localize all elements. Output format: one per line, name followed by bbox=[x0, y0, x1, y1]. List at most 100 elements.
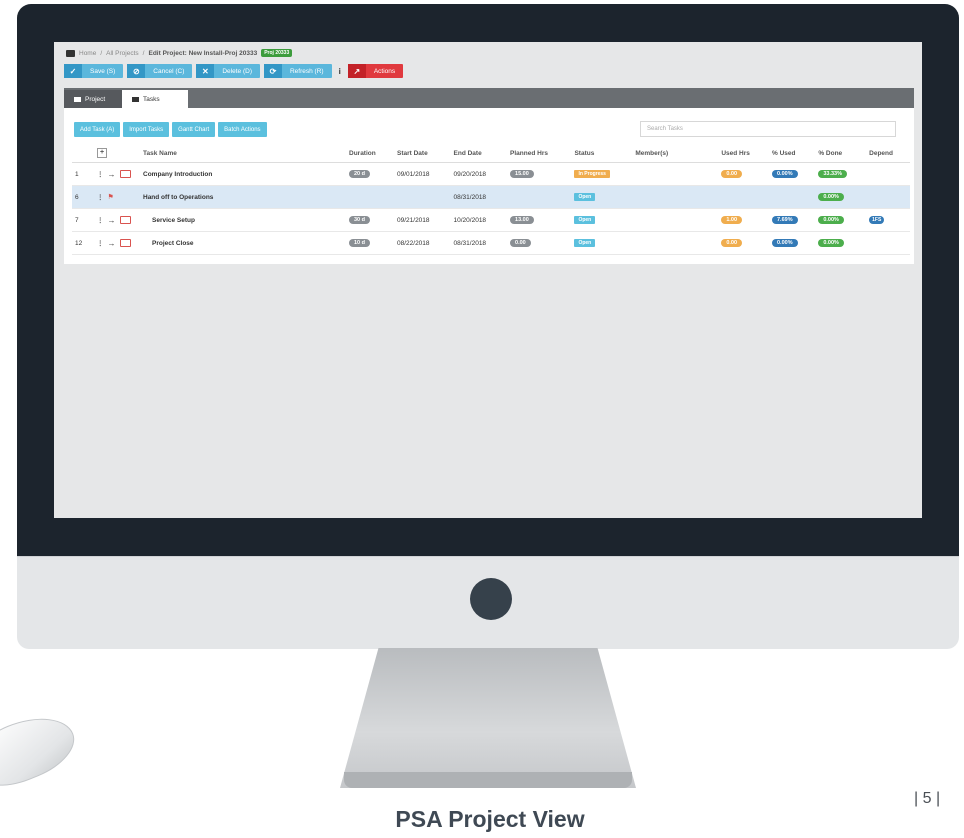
task-name[interactable]: Company Introduction bbox=[140, 162, 346, 186]
arrow-right-icon[interactable]: → bbox=[108, 170, 116, 179]
briefcase-icon bbox=[74, 96, 81, 102]
monitor-stand-base bbox=[344, 772, 632, 788]
pct-used bbox=[768, 185, 816, 209]
col-num bbox=[72, 144, 94, 163]
check-icon: ✓ bbox=[64, 64, 82, 78]
task-name[interactable]: Project Close bbox=[140, 231, 346, 255]
start-date: 09/21/2018 bbox=[394, 208, 451, 232]
breadcrumb-home[interactable]: Home bbox=[79, 50, 96, 57]
col-end-date[interactable]: End Date bbox=[450, 144, 508, 163]
project-badge: Proj 20333 bbox=[261, 49, 293, 57]
members bbox=[632, 231, 719, 255]
drag-handle-icon[interactable]: ⋮ bbox=[97, 193, 104, 201]
actions-button[interactable]: ↗ Actions bbox=[347, 64, 404, 78]
monitor-stand bbox=[340, 648, 636, 788]
status-badge: Open bbox=[574, 239, 596, 247]
col-start-date[interactable]: Start Date bbox=[394, 144, 451, 163]
col-duration[interactable]: Duration bbox=[346, 144, 394, 163]
col-used-hrs[interactable]: Used Hrs bbox=[718, 144, 769, 163]
pct-done-pill: 0.00% bbox=[818, 193, 844, 201]
col-depend[interactable]: Depend bbox=[866, 144, 910, 163]
status-badge: Open bbox=[574, 216, 596, 224]
drag-handle-icon[interactable]: ⋮ bbox=[97, 216, 104, 224]
task-name[interactable]: Service Setup bbox=[140, 208, 346, 232]
planned-hrs bbox=[507, 185, 572, 209]
status-badge: In Progress bbox=[574, 170, 610, 178]
pct-done-pill: 0.00% bbox=[818, 216, 844, 224]
gantt-chart-button[interactable]: Gantt Chart bbox=[172, 122, 216, 137]
col-planned-hrs[interactable]: Planned Hrs bbox=[507, 144, 572, 163]
row-number: 12 bbox=[72, 231, 94, 255]
table-row[interactable]: 6 ⋮ ⚑ Hand off to Operations 08/31/2018 O… bbox=[72, 185, 910, 209]
col-status[interactable]: Status bbox=[571, 144, 633, 163]
tasks-panel: Add Task (A) Import Tasks Gantt Chart Ba… bbox=[64, 108, 914, 264]
refresh-button-label: Refresh (R) bbox=[289, 67, 324, 75]
start-date bbox=[394, 185, 451, 209]
planned-hrs-pill: 15.00 bbox=[510, 170, 534, 178]
page-caption: PSA Project View bbox=[395, 806, 585, 832]
app-screen: Home / All Projects / Edit Project: New … bbox=[54, 42, 922, 518]
pct-used-pill: 0.00% bbox=[771, 170, 798, 178]
col-pct-used[interactable]: % Used bbox=[768, 144, 816, 163]
duration-pill: 10 d bbox=[349, 239, 371, 247]
import-tasks-button[interactable]: Import Tasks bbox=[123, 122, 170, 137]
table-header-row: + Task Name Duration Start Date End Date… bbox=[72, 144, 910, 163]
task-name[interactable]: Hand off to Operations bbox=[140, 185, 346, 209]
cancel-icon: ⊘ bbox=[127, 64, 146, 78]
flag-icon: ⚑ bbox=[107, 194, 114, 201]
cancel-button[interactable]: ⊘ Cancel (C) bbox=[127, 64, 193, 78]
folder-icon bbox=[119, 239, 131, 247]
delete-button[interactable]: ✕ Delete (D) bbox=[196, 64, 260, 78]
end-date: 08/31/2018 bbox=[450, 231, 508, 255]
drag-handle-icon[interactable]: ⋮ bbox=[97, 170, 104, 178]
duration-pill: 20 d bbox=[349, 170, 371, 178]
col-pct-done[interactable]: % Done bbox=[815, 144, 867, 163]
duration-pill: 30 d bbox=[349, 216, 371, 224]
pct-done-pill: 0.00% bbox=[818, 239, 844, 247]
refresh-icon: ⟳ bbox=[263, 64, 282, 78]
save-button-label: Save (S) bbox=[90, 67, 116, 75]
info-icon[interactable]: i bbox=[336, 67, 344, 76]
external-link-icon: ↗ bbox=[347, 64, 366, 78]
breadcrumb-all-projects[interactable]: All Projects bbox=[106, 50, 139, 57]
used-hrs bbox=[718, 185, 769, 209]
refresh-button[interactable]: ⟳ Refresh (R) bbox=[263, 64, 332, 78]
depend bbox=[866, 231, 910, 255]
task-actions: Add Task (A) Import Tasks Gantt Chart Ba… bbox=[74, 122, 267, 137]
batch-actions-button[interactable]: Batch Actions bbox=[218, 122, 267, 137]
table-row[interactable]: 1 ⋮ → Company Introduction 20 d 09/01/201… bbox=[72, 162, 910, 186]
col-expand: + bbox=[94, 144, 140, 163]
power-button bbox=[470, 578, 512, 620]
table-row[interactable]: 12 ⋮ → Project Close 10 d 08/22/2018 08/3… bbox=[72, 231, 910, 255]
breadcrumb-separator: / bbox=[100, 49, 103, 57]
col-members[interactable]: Member(s) bbox=[632, 144, 719, 163]
mouse-image bbox=[0, 704, 84, 798]
arrow-right-icon[interactable]: → bbox=[108, 216, 116, 225]
tab-project[interactable]: Project bbox=[64, 90, 130, 108]
pct-done-pill: 33.33% bbox=[818, 170, 847, 178]
duration bbox=[346, 185, 394, 209]
depend bbox=[866, 185, 910, 209]
search-input[interactable]: Search Tasks bbox=[640, 121, 896, 137]
col-task-name[interactable]: Task Name bbox=[140, 144, 346, 163]
expand-all-button[interactable]: + bbox=[97, 148, 107, 158]
depend bbox=[866, 162, 910, 186]
planned-hrs-pill: 0.00 bbox=[510, 239, 531, 247]
used-hrs-pill: 0.00 bbox=[721, 239, 743, 247]
depend-pill[interactable]: 1FS bbox=[869, 216, 885, 224]
arrow-right-icon[interactable]: → bbox=[108, 239, 116, 248]
start-date: 08/22/2018 bbox=[394, 231, 451, 255]
tasks-icon bbox=[132, 96, 139, 102]
tab-tasks[interactable]: Tasks bbox=[122, 90, 188, 108]
row-number: 7 bbox=[72, 208, 94, 232]
pct-used-pill: 0.00% bbox=[771, 239, 798, 247]
breadcrumb-separator: / bbox=[142, 49, 145, 57]
table-row[interactable]: 7 ⋮ → Service Setup 30 d 09/21/2018 10/20… bbox=[72, 208, 910, 232]
save-button[interactable]: ✓ Save (S) bbox=[64, 64, 124, 78]
folder-icon bbox=[119, 170, 131, 178]
pct-used-pill: 7.69% bbox=[771, 216, 798, 224]
home-icon bbox=[66, 49, 75, 57]
add-task-button[interactable]: Add Task (A) bbox=[74, 122, 121, 137]
row-number: 1 bbox=[72, 162, 94, 186]
drag-handle-icon[interactable]: ⋮ bbox=[97, 239, 104, 247]
